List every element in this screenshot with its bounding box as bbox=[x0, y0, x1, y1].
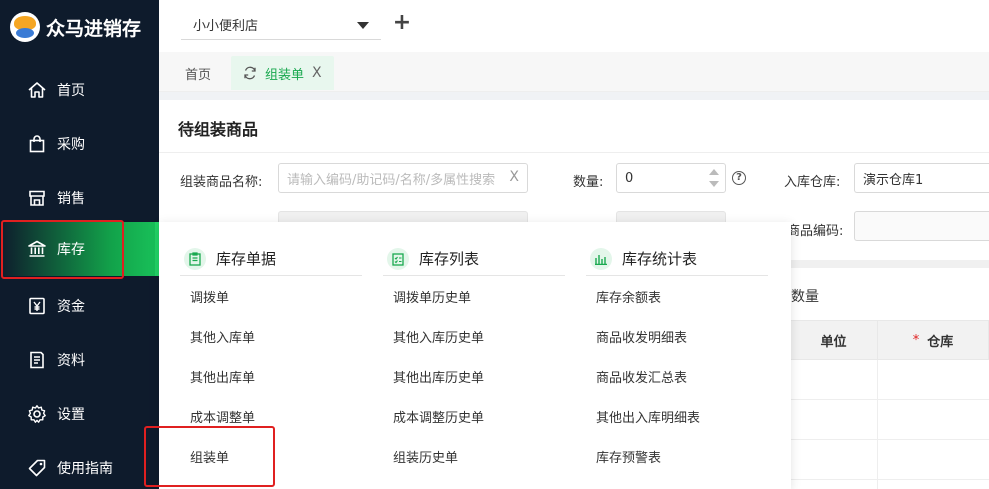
sidebar-item-label: 资料 bbox=[57, 353, 85, 369]
warehouse-value: 演示仓库1 bbox=[863, 172, 924, 188]
menu-column-header: 库存统计表 bbox=[586, 242, 768, 276]
required-mark: * bbox=[912, 332, 920, 348]
menu-column-title: 库存单据 bbox=[216, 250, 277, 268]
sidebar-item-label: 资金 bbox=[57, 299, 85, 315]
store-icon bbox=[26, 187, 48, 209]
menu-column-header: 库存单据 bbox=[180, 242, 362, 276]
tab-bar: 首页 组装单 X bbox=[159, 52, 989, 92]
sidebar-item-guide[interactable]: 使用指南 bbox=[0, 441, 159, 489]
chevron-down-icon bbox=[357, 22, 369, 29]
sidebar-item-purchase[interactable]: 采购 bbox=[0, 117, 159, 171]
menu-item-assembly-history[interactable]: 组装历史单 bbox=[393, 449, 458, 469]
quantity-column-title: 数量 bbox=[791, 289, 819, 305]
bank-icon bbox=[26, 238, 48, 260]
product-name-input[interactable]: 请输入编码/助记码/名称/多属性搜索 X bbox=[278, 163, 528, 193]
table-header-warehouse: * 仓库 bbox=[877, 320, 989, 360]
menu-item-other-inbound[interactable]: 其他入库单 bbox=[190, 329, 255, 349]
stepper-arrows-icon[interactable] bbox=[709, 167, 719, 189]
sidebar-item-funds[interactable]: 资金 bbox=[0, 279, 159, 333]
menu-item-inventory-balance[interactable]: 库存余额表 bbox=[596, 289, 661, 309]
menu-item-transfer-history[interactable]: 调拨单历史单 bbox=[393, 289, 471, 309]
tab-assembly-order[interactable]: 组装单 X bbox=[231, 56, 334, 90]
table-header-unit: 单位 bbox=[789, 320, 878, 360]
tab-home[interactable]: 首页 bbox=[173, 56, 223, 90]
home-icon bbox=[26, 79, 48, 101]
product-name-placeholder: 请输入编码/助记码/名称/多属性搜索 bbox=[287, 172, 496, 188]
store-select[interactable]: 小小便利店 bbox=[181, 10, 381, 40]
sidebar-item-home[interactable]: 首页 bbox=[0, 63, 159, 117]
menu-item-other-outbound[interactable]: 其他出库单 bbox=[190, 369, 255, 389]
menu-column-title: 库存列表 bbox=[419, 250, 480, 268]
menu-item-stock-alert[interactable]: 库存预警表 bbox=[596, 449, 661, 469]
add-store-button[interactable]: + bbox=[391, 12, 413, 36]
bar-chart-icon bbox=[590, 247, 612, 270]
inventory-dropdown-menu: 库存单据 调拨单 其他入库单 其他出库单 成本调整单 组装单 库存列表 调拨单历… bbox=[159, 222, 791, 489]
menu-item-assembly-order[interactable]: 组装单 bbox=[190, 449, 229, 469]
product-name-label: 组装商品名称: bbox=[180, 175, 263, 190]
document-icon bbox=[26, 349, 48, 371]
sidebar-item-settings[interactable]: 设置 bbox=[0, 387, 159, 441]
app-logo[interactable]: 众马进销存 bbox=[0, 0, 159, 54]
yen-icon bbox=[26, 295, 48, 317]
checklist-icon bbox=[387, 247, 409, 270]
menu-item-transfer-order[interactable]: 调拨单 bbox=[190, 289, 229, 309]
app-name: 众马进销存 bbox=[46, 17, 142, 40]
quantity-label: 数量: bbox=[573, 175, 604, 190]
sidebar-item-label: 库存 bbox=[57, 242, 85, 258]
clear-icon[interactable]: X bbox=[509, 169, 519, 185]
menu-item-cost-adjustment[interactable]: 成本调整单 bbox=[190, 409, 255, 429]
sidebar: 众马进销存 首页 采购 销售 库存 资金 资料 设置 使用指南 bbox=[0, 0, 159, 489]
sidebar-item-label: 设置 bbox=[57, 407, 85, 423]
divider bbox=[159, 152, 989, 153]
menu-item-goods-movement-detail[interactable]: 商品收发明细表 bbox=[596, 329, 687, 349]
section-title: 待组装商品 bbox=[178, 120, 259, 139]
table-header-label: 仓库 bbox=[927, 334, 954, 350]
menu-item-other-inbound-history[interactable]: 其他入库历史单 bbox=[393, 329, 484, 349]
table-row bbox=[789, 479, 989, 480]
sidebar-item-data[interactable]: 资料 bbox=[0, 333, 159, 387]
bag-icon bbox=[26, 133, 48, 155]
sidebar-item-label: 使用指南 bbox=[57, 461, 113, 477]
sidebar-item-label: 首页 bbox=[57, 83, 85, 99]
quantity-stepper[interactable]: 0 bbox=[616, 163, 726, 193]
menu-column-header: 库存列表 bbox=[383, 242, 565, 276]
gear-icon bbox=[26, 403, 48, 425]
menu-item-cost-adjustment-history[interactable]: 成本调整历史单 bbox=[393, 409, 484, 429]
product-code-label: 商品编码: bbox=[787, 224, 844, 239]
sidebar-item-inventory[interactable]: 库存 bbox=[0, 222, 159, 276]
menu-column-title: 库存统计表 bbox=[622, 250, 698, 268]
logo-icon bbox=[10, 12, 40, 42]
help-icon[interactable]: ? bbox=[732, 171, 746, 185]
warehouse-label: 入库仓库: bbox=[784, 175, 841, 190]
sidebar-item-label: 采购 bbox=[57, 137, 85, 153]
quantity-value: 0 bbox=[625, 170, 634, 186]
tag-icon bbox=[26, 457, 48, 479]
table-row bbox=[789, 439, 989, 440]
clipboard-icon bbox=[184, 247, 206, 270]
product-code-input[interactable] bbox=[854, 211, 989, 241]
refresh-icon[interactable] bbox=[243, 66, 257, 80]
top-bar: 小小便利店 + bbox=[159, 0, 989, 52]
menu-item-other-outbound-history[interactable]: 其他出库历史单 bbox=[393, 369, 484, 389]
table-column-line bbox=[877, 360, 878, 489]
store-select-value: 小小便利店 bbox=[193, 19, 259, 34]
tab-label: 组装单 bbox=[265, 67, 305, 83]
warehouse-select[interactable]: 演示仓库1 bbox=[854, 163, 989, 193]
table-row bbox=[789, 399, 989, 400]
menu-item-other-io-detail[interactable]: 其他出入库明细表 bbox=[596, 409, 700, 429]
menu-item-goods-movement-summary[interactable]: 商品收发汇总表 bbox=[596, 369, 687, 389]
close-icon[interactable]: X bbox=[312, 65, 322, 81]
sidebar-item-label: 销售 bbox=[57, 191, 85, 207]
sidebar-item-sales[interactable]: 销售 bbox=[0, 171, 159, 225]
